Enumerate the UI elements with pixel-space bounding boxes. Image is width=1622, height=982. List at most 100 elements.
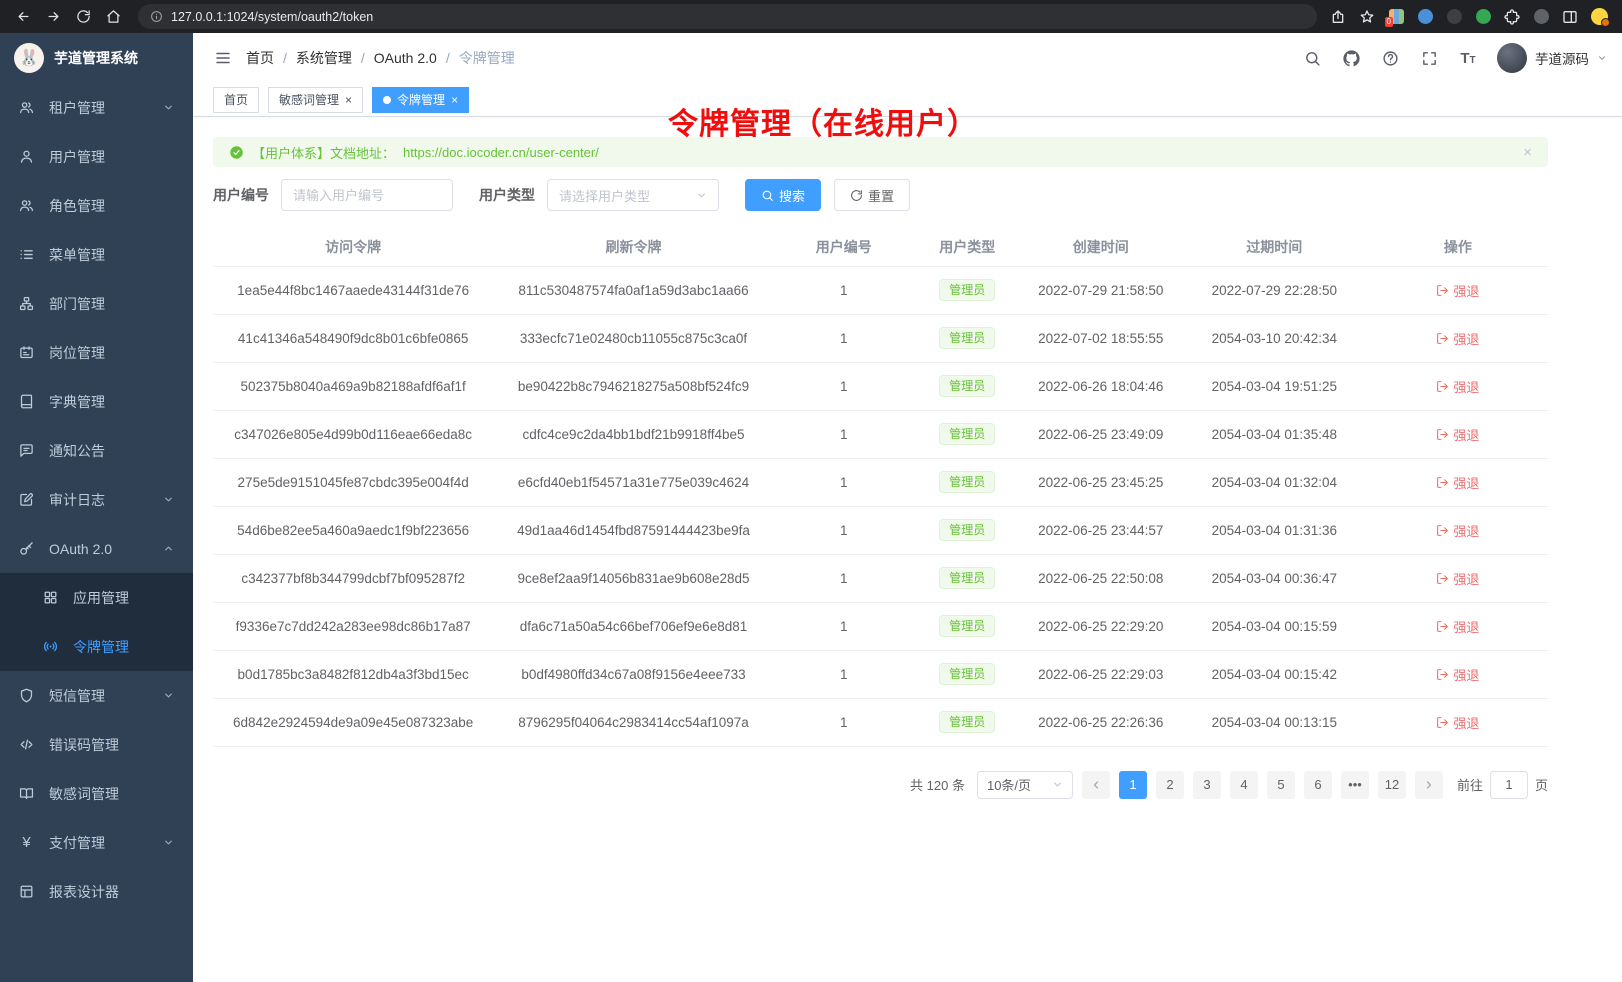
extension-green-icon[interactable]: [1474, 8, 1492, 26]
expire-time-cell: 2054-03-04 00:15:59: [1181, 602, 1368, 650]
page-button-5[interactable]: 5: [1267, 771, 1295, 799]
force-logout-button[interactable]: 强退: [1436, 473, 1479, 492]
force-logout-button[interactable]: 强退: [1436, 377, 1479, 396]
user-id-cell: 1: [774, 410, 914, 458]
sidebar-item-post[interactable]: 岗位管理: [0, 328, 193, 377]
tab-token[interactable]: 令牌管理 ×: [372, 87, 469, 113]
force-logout-button[interactable]: 强退: [1436, 329, 1479, 348]
more-pages-button[interactable]: •••: [1341, 771, 1369, 799]
force-logout-button[interactable]: 强退: [1436, 521, 1479, 540]
tab-home[interactable]: 首页: [213, 87, 259, 113]
sidebar-item-tenant[interactable]: 租户管理: [0, 83, 193, 132]
sidebar-item-sensitive-word[interactable]: 敏感词管理: [0, 769, 193, 818]
force-logout-button[interactable]: 强退: [1436, 569, 1479, 588]
github-icon[interactable]: [1335, 42, 1367, 74]
next-page-button[interactable]: [1415, 771, 1443, 799]
logout-icon: [1436, 428, 1449, 441]
share-icon[interactable]: [1329, 8, 1347, 26]
bookmark-star-icon[interactable]: [1358, 8, 1376, 26]
force-logout-button[interactable]: 强退: [1436, 425, 1479, 444]
menu-fold-icon[interactable]: [208, 43, 238, 73]
breadcrumb-home[interactable]: 首页: [246, 48, 274, 68]
search-button[interactable]: 搜索: [745, 179, 821, 211]
alert-close-icon[interactable]: ×: [1523, 145, 1532, 160]
address-bar[interactable]: 127.0.0.1:1024/system/oauth2/token: [138, 4, 1317, 29]
browser-back-button[interactable]: [10, 4, 36, 30]
page-button-1[interactable]: 1: [1119, 771, 1147, 799]
close-icon[interactable]: ×: [451, 94, 458, 106]
font-size-icon[interactable]: TT: [1452, 42, 1484, 74]
col-actions: 操作: [1368, 229, 1548, 266]
app-title: 芋道管理系统: [54, 48, 138, 68]
tab-sensitive-word[interactable]: 敏感词管理 ×: [268, 87, 363, 113]
doc-link[interactable]: https://doc.iocoder.cn/user-center/: [403, 145, 599, 160]
sidebar-item-oauth2[interactable]: OAuth 2.0: [0, 524, 193, 573]
force-logout-button[interactable]: 强退: [1436, 713, 1479, 732]
sidebar-item-role[interactable]: 角色管理: [0, 181, 193, 230]
force-logout-button[interactable]: 强退: [1436, 665, 1479, 684]
main-area: 首页 / 系统管理 / OAuth 2.0 / 令牌管理 TT 芋道源码: [193, 33, 1622, 982]
sidebar-item-audit-log[interactable]: 审计日志: [0, 475, 193, 524]
extensions-puzzle-icon[interactable]: [1503, 8, 1521, 26]
access-token-cell: 54d6be82ee5a460a9aedc1f9bf223656: [213, 506, 493, 554]
browser-profile-avatar[interactable]: [1590, 8, 1608, 26]
fullscreen-icon[interactable]: [1413, 42, 1445, 74]
refresh-token-cell: be90422b8c7946218275a508bf524fc9: [493, 362, 773, 410]
browser-reload-button[interactable]: [70, 4, 96, 30]
table-row: 502375b8040a469a9b82188afdf6af1f be90422…: [213, 362, 1548, 410]
help-icon[interactable]: [1374, 42, 1406, 74]
close-icon[interactable]: ×: [345, 94, 352, 106]
sidebar-item-dept[interactable]: 部门管理: [0, 279, 193, 328]
extension-colored-icon[interactable]: 0: [1387, 8, 1405, 26]
action-cell: 强退: [1368, 554, 1548, 602]
reset-button[interactable]: 重置: [834, 179, 910, 211]
force-logout-label: 强退: [1453, 521, 1479, 540]
search-icon[interactable]: [1296, 42, 1328, 74]
browser-forward-button[interactable]: [40, 4, 66, 30]
sidebar-item-oauth2-token[interactable]: 令牌管理: [0, 622, 193, 671]
force-logout-button[interactable]: 强退: [1436, 281, 1479, 300]
sidebar-item-error-code[interactable]: 错误码管理: [0, 720, 193, 769]
breadcrumb-system[interactable]: 系统管理: [296, 48, 352, 68]
table-row: 54d6be82ee5a460a9aedc1f9bf223656 49d1aa4…: [213, 506, 1548, 554]
breadcrumb-oauth2[interactable]: OAuth 2.0: [374, 50, 437, 66]
force-logout-button[interactable]: 强退: [1436, 617, 1479, 636]
app-logo[interactable]: 🐰 芋道管理系统: [0, 33, 193, 83]
extension-dark-icon[interactable]: [1445, 8, 1463, 26]
extension-paw-icon[interactable]: [1532, 8, 1550, 26]
extension-blue-icon[interactable]: [1416, 8, 1434, 26]
goto-page-input[interactable]: [1490, 771, 1528, 799]
page-button-6[interactable]: 6: [1304, 771, 1332, 799]
expire-time-cell: 2054-03-04 01:31:36: [1181, 506, 1368, 554]
site-info-icon[interactable]: [150, 10, 163, 23]
sidebar-item-menu[interactable]: 菜单管理: [0, 230, 193, 279]
sidebar-item-user[interactable]: 用户管理: [0, 132, 193, 181]
access-token-cell: 1ea5e44f8bc1467aaede43144f31de76: [213, 266, 493, 314]
navbar-tools: TT 芋道源码: [1296, 42, 1607, 74]
browser-home-button[interactable]: [100, 4, 126, 30]
sidebar-item-oauth2-app[interactable]: 应用管理: [0, 573, 193, 622]
page-button-4[interactable]: 4: [1230, 771, 1258, 799]
col-refresh-token: 刷新令牌: [493, 229, 773, 266]
user-menu[interactable]: 芋道源码: [1497, 43, 1607, 73]
sidebar-item-sms[interactable]: 短信管理: [0, 671, 193, 720]
refresh-token-cell: cdfc4ce9c2da4bb1bdf21b9918ff4be5: [493, 410, 773, 458]
created-time-cell: 2022-06-25 22:26:36: [1021, 698, 1181, 746]
page-button-2[interactable]: 2: [1156, 771, 1184, 799]
user-type-select[interactable]: 请选择用户类型: [547, 179, 719, 211]
page-button-12[interactable]: 12: [1378, 771, 1406, 799]
expire-time-cell: 2054-03-10 20:42:34: [1181, 314, 1368, 362]
page-size-select[interactable]: 10条/页: [977, 771, 1073, 799]
split-view-icon[interactable]: [1561, 8, 1579, 26]
force-logout-label: 强退: [1453, 377, 1479, 396]
user-id-input[interactable]: [281, 179, 453, 211]
sidebar-item-pay[interactable]: ¥ 支付管理: [0, 818, 193, 867]
sidebar-item-notice[interactable]: 通知公告: [0, 426, 193, 475]
prev-page-button[interactable]: [1082, 771, 1110, 799]
sidebar-item-report-designer[interactable]: 报表设计器: [0, 867, 193, 916]
force-logout-label: 强退: [1453, 281, 1479, 300]
page-button-3[interactable]: 3: [1193, 771, 1221, 799]
refresh-token-cell: b0df4980ffd34c67a08f9156e4eee733: [493, 650, 773, 698]
user-type-cell: 管理员: [914, 602, 1021, 650]
sidebar-item-dict[interactable]: 字典管理: [0, 377, 193, 426]
